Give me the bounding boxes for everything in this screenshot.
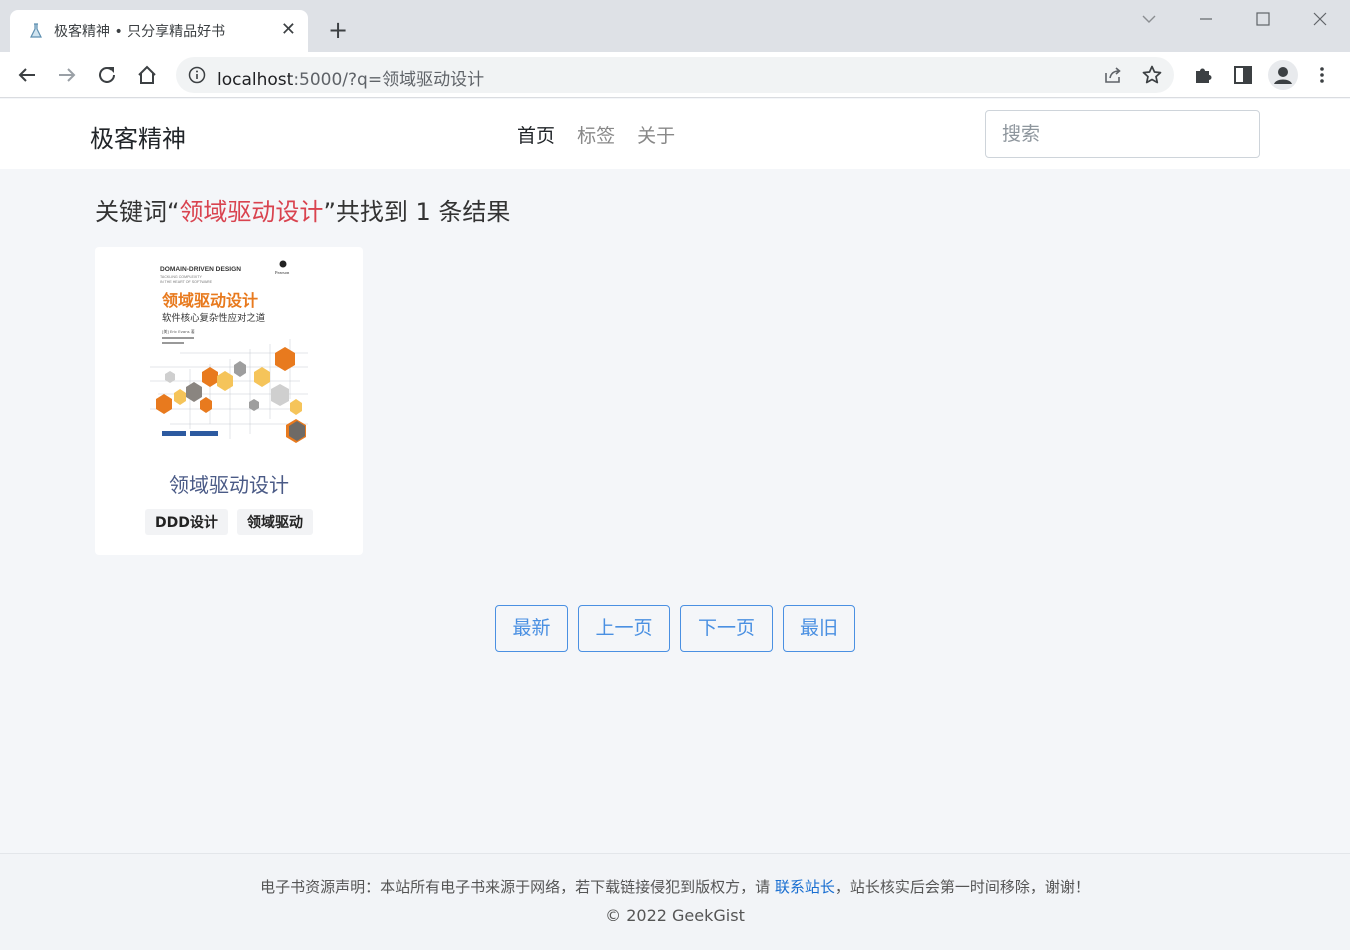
tag-list: DDD设计 领域驱动 (95, 509, 363, 535)
nav-about[interactable]: 关于 (637, 125, 675, 147)
extensions-puzzle-icon[interactable] (1189, 61, 1217, 89)
url-host: localhost (217, 70, 294, 90)
cover-header: DOMAIN-DRIVEN DESIGN (160, 266, 241, 273)
next-page-button[interactable]: 下一页 (680, 605, 773, 652)
info-icon[interactable] (188, 66, 206, 84)
site-navbar: 极客精神 首页 标签 关于 (0, 99, 1350, 169)
url-path: :5000/?q=领域驱动设计 (293, 70, 485, 90)
tab-search-chevron-icon[interactable] (1138, 8, 1160, 30)
cover-sub2: IN THE HEART OF SOFTWARE (160, 280, 213, 284)
site-footer: 电子书资源声明：本站所有电子书来源于网络，若下载链接侵犯到版权方，请 联系站长，… (0, 853, 1350, 950)
result-middle: ”共找到 (323, 198, 416, 226)
profile-avatar-icon[interactable] (1268, 60, 1298, 90)
cover-author: [美] Eric Evans 著 (162, 329, 195, 334)
share-icon[interactable] (1102, 64, 1124, 86)
disclaimer-after: ，站长核实后会第一时间移除，谢谢！ (834, 878, 1090, 896)
browser-toolbar: localhost:5000/?q=领域驱动设计 (0, 52, 1350, 98)
cover-sub1: TACKLING COMPLEXITY (160, 275, 202, 279)
result-keyword: 领域驱动设计 (179, 198, 324, 226)
new-tab-button[interactable]: + (324, 16, 352, 44)
cover-publisher: Pearson (275, 270, 290, 275)
site-brand[interactable]: 极客精神 (90, 119, 186, 154)
prev-page-button[interactable]: 上一页 (578, 605, 670, 652)
publisher-logo-icon (279, 260, 287, 268)
cover-cn-subtitle: 软件核心复杂性应对之道 (162, 312, 265, 324)
side-panel-icon[interactable] (1229, 61, 1257, 89)
footer-disclaimer: 电子书资源声明：本站所有电子书来源于网络，若下载链接侵犯到版权方，请 联系站长，… (0, 876, 1350, 897)
nav-home[interactable]: 首页 (517, 125, 555, 147)
bookmark-star-icon[interactable] (1141, 64, 1163, 86)
cover-publisher-logo1-icon (162, 431, 186, 436)
reload-icon[interactable] (93, 61, 121, 89)
window-close-icon[interactable] (1309, 8, 1331, 30)
forward-arrow-icon[interactable] (53, 61, 81, 89)
back-arrow-icon[interactable] (13, 61, 41, 89)
tag-domain-driven[interactable]: 领域驱动 (236, 509, 313, 535)
tab-close-icon[interactable]: ✕ (281, 19, 296, 41)
result-prefix: 关键词“ (95, 198, 180, 226)
browser-menu-icon[interactable] (1308, 61, 1336, 89)
book-cover-image[interactable]: DOMAIN-DRIVEN DESIGN TACKLING COMPLEXITY… (150, 249, 308, 447)
nav-tags[interactable]: 标签 (577, 125, 615, 147)
result-count: 1 (415, 198, 431, 226)
tag-ddd-design[interactable]: DDD设计 (145, 509, 228, 535)
home-icon[interactable] (133, 61, 161, 89)
result-suffix: 条结果 (430, 198, 511, 226)
maximize-icon[interactable] (1252, 8, 1274, 30)
browser-tab-strip: 极客精神 • 只分享精品好书 ✕ + (0, 0, 1350, 52)
contact-admin-link[interactable]: 联系站长 (775, 878, 835, 896)
result-heading: 关键词“领域驱动设计”共找到 1 条结果 (95, 192, 510, 227)
flask-icon (30, 23, 42, 38)
footer-copyright: © 2022 GeekGist (605, 906, 745, 925)
newest-page-button[interactable]: 最新 (495, 605, 568, 652)
cover-editor-line (162, 342, 184, 344)
cover-publisher-logo2-icon (190, 431, 218, 436)
book-card[interactable]: DOMAIN-DRIVEN DESIGN TACKLING COMPLEXITY… (95, 247, 363, 555)
cover-cn-title: 领域驱动设计 (162, 291, 258, 310)
nav-links: 首页 标签 关于 (517, 121, 691, 148)
url-text: localhost:5000/?q=领域驱动设计 (217, 65, 484, 90)
book-title[interactable]: 领域驱动设计 (95, 469, 363, 498)
search-input[interactable] (985, 110, 1260, 158)
browser-tab[interactable]: 极客精神 • 只分享精品好书 ✕ (10, 10, 308, 52)
cover-translator-line (162, 337, 194, 339)
address-bar[interactable]: localhost:5000/?q=领域驱动设计 (176, 57, 1174, 93)
tab-title: 极客精神 • 只分享精品好书 (54, 24, 226, 40)
disclaimer-before: 电子书资源声明：本站所有电子书来源于网络，若下载链接侵犯到版权方，请 (260, 878, 775, 896)
oldest-page-button[interactable]: 最旧 (783, 605, 855, 652)
minimize-icon[interactable] (1195, 8, 1217, 30)
